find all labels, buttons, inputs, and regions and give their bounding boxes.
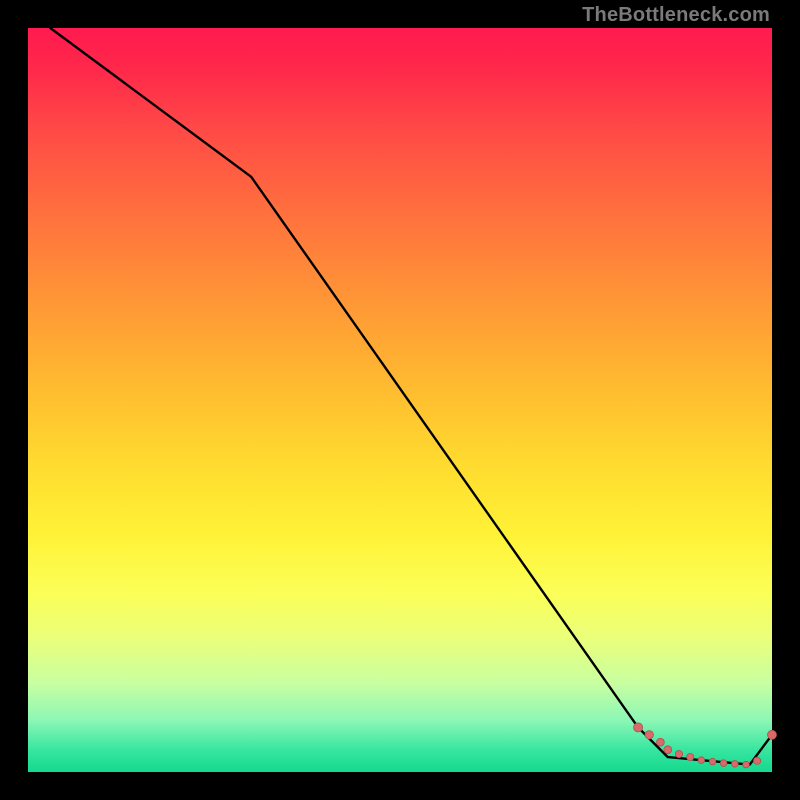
plot-area [28, 28, 772, 772]
attribution-label: TheBottleneck.com [582, 4, 770, 27]
chart-stage: TheBottleneck.com [0, 0, 800, 800]
